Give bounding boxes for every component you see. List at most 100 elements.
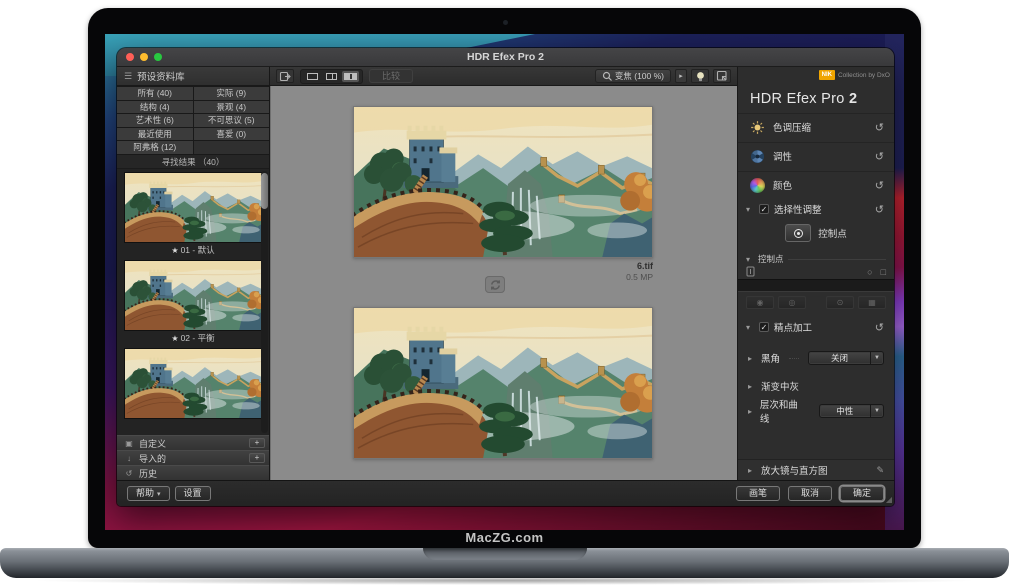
preset-item-third[interactable] [117,348,269,419]
list-toggle-icon[interactable] [746,266,756,278]
reset-tone-compression-button[interactable]: ↺ [875,121,884,134]
star-icon: ★ [171,246,178,255]
history-section[interactable]: ↺ 历史 [117,465,269,480]
category-all[interactable]: 所有 (40) [117,87,193,100]
dropdown-arrow-icon: ▼ [870,405,883,417]
preset-library-panel: ☰ 预设资料库 所有 (40) 实际 (9) 结构 (4) 景观 (4) 艺术性… [117,67,270,480]
zoom-control[interactable]: 变焦 (100 %) [595,69,671,83]
zoom-expand-button[interactable]: ▸ [675,69,687,83]
preset-scrollbar-track[interactable] [261,171,268,434]
custom-section[interactable]: ▣ 自定义 + [117,435,269,450]
tone-compression-row[interactable]: 色调压缩 ↺ [738,113,894,140]
category-surreal[interactable]: 不可思议 (5) [194,114,270,127]
chevron-down-icon[interactable]: ▾ [746,323,754,332]
add-control-point-button[interactable] [785,224,811,242]
app-window: HDR Efex Pro 2 ☰ 预设资料库 所有 (40) 实际 (9) 结构… [117,48,894,506]
chevron-right-icon[interactable]: ▸ [748,354,756,363]
webcam-icon [503,20,508,25]
preset-scrollbar-thumb[interactable] [261,173,268,209]
chevron-down-icon[interactable]: ▾ [746,205,754,214]
selective-adjustments-row[interactable]: ▾ ✓ 选择性调整 ↺ [738,202,894,216]
sync-views-button[interactable] [485,276,505,293]
help-button[interactable]: 帮助▾ [127,486,170,501]
export-panel-button[interactable] [276,69,294,83]
category-realistic[interactable]: 实际 (9) [194,87,270,100]
loupe-histogram-row[interactable]: ▸ 放大镜与直方图 ✎ [738,459,894,480]
control-points-subheader[interactable]: ▾ 控制点 [746,253,886,265]
cancel-button[interactable]: 取消 [788,486,832,501]
preset-thumbnail[interactable] [124,348,263,419]
window-titlebar: HDR Efex Pro 2 [117,48,894,67]
add-custom-preset-button[interactable]: + [249,438,265,448]
after-image[interactable] [353,307,653,459]
ok-button[interactable]: 确定 [840,486,884,501]
lightbulb-button[interactable] [691,69,709,83]
duplicate-point-button[interactable]: ⊙ [826,296,854,309]
laptop-screen: HDR Efex Pro 2 ☰ 预设资料库 所有 (40) 实际 (9) 结构… [88,8,921,548]
split-view-button[interactable] [323,71,340,82]
reset-finishing-button[interactable]: ↺ [875,321,884,334]
brush-button[interactable]: 画笔 [736,486,780,501]
finishing-row[interactable]: ▾ ✓ 精点加工 ↺ [738,320,894,334]
preset-thumbnail[interactable] [124,172,263,243]
before-image[interactable] [353,106,653,258]
sun-icon [750,120,765,135]
chevron-down-icon[interactable]: ▾ [746,255,754,264]
tonality-row[interactable]: 调性 ↺ [738,142,894,169]
nik-tagline: Collection by DxO [838,72,890,79]
add-imported-preset-button[interactable]: + [249,453,265,463]
single-view-icon [307,73,318,80]
single-view-button[interactable] [304,71,321,82]
category-favorites[interactable]: 喜爱 (0) [194,128,270,141]
hamburger-icon: ☰ [124,71,132,82]
preset-thumbnail[interactable] [124,260,263,331]
chevron-right-icon[interactable]: ▸ [748,407,755,416]
delete-point-button[interactable]: ▦ [858,296,886,309]
laptop-shadow [30,576,979,585]
reset-color-button[interactable]: ↺ [875,179,884,192]
finishing-checkbox[interactable]: ✓ [759,322,769,332]
vignette-dropdown[interactable]: 关闭 ▼ [808,351,884,365]
preset-item-default[interactable]: ★01 - 默认 [117,172,269,257]
resize-grip[interactable]: ◢ [886,495,892,504]
image-canvas[interactable]: 6.tif 0.5 MP [270,86,737,480]
select-square-icon[interactable]: □ [881,267,886,277]
chevron-right-icon[interactable]: ▸ [748,382,756,391]
selective-adjustments-checkbox[interactable]: ✓ [759,204,769,214]
category-pack[interactable]: 阿弗格 (12) [117,141,193,154]
compare-button[interactable]: 比较 [369,69,413,83]
imported-section[interactable]: ↓ 导入的 + [117,450,269,465]
preset-list[interactable]: ★01 - 默认 ★02 - 平衡 [117,169,269,436]
adjustments-panel: NIK Collection by DxO HDR Efex Pro 2 色调压… [737,67,894,480]
category-structure[interactable]: 结构 (4) [117,101,193,114]
ungroup-points-button[interactable]: ◎ [778,296,806,309]
settings-button[interactable]: 设置 [175,486,211,501]
reset-selective-button[interactable]: ↺ [875,203,884,216]
category-recent[interactable]: 最近使用 [117,128,193,141]
chevron-right-icon[interactable]: ▸ [748,466,756,475]
side-by-side-view-button[interactable] [342,71,359,82]
graduated-nd-row[interactable]: ▸ 渐变中灰 [738,375,894,397]
levels-curves-dropdown[interactable]: 中性 ▼ [819,404,884,418]
window-content: ☰ 预设资料库 所有 (40) 实际 (9) 结构 (4) 景观 (4) 艺术性… [117,67,894,480]
category-artistic[interactable]: 艺术性 (6) [117,114,193,127]
image-filename: 6.tif [353,261,653,272]
preset-library-header[interactable]: ☰ 预设资料库 [117,67,269,86]
reset-tonality-button[interactable]: ↺ [875,150,884,163]
dropdown-arrow-icon: ▾ [157,491,161,498]
category-landscape[interactable]: 景观 (4) [194,101,270,114]
group-points-button[interactable]: ◉ [746,296,774,309]
select-circle-icon[interactable]: ○ [867,267,872,277]
app-title: HDR Efex Pro 2 [750,91,857,107]
color-row[interactable]: 颜色 ↺ [738,171,894,198]
pin-icon[interactable]: ✎ [876,465,884,476]
vignette-row[interactable]: ▸ 黑角 关闭 ▼ [738,347,894,369]
view-mode-group [300,69,363,84]
levels-curves-row[interactable]: ▸ 层次和曲线 中性 ▼ [738,400,894,422]
preset-label: ★01 - 默认 [117,243,269,257]
toolbar-right-group: 变焦 (100 %) ▸ [595,69,731,83]
window-title: HDR Efex Pro 2 [117,51,894,63]
control-point-list[interactable] [738,279,894,292]
background-color-button[interactable] [713,69,731,83]
preset-item-balanced[interactable]: ★02 - 平衡 [117,260,269,345]
